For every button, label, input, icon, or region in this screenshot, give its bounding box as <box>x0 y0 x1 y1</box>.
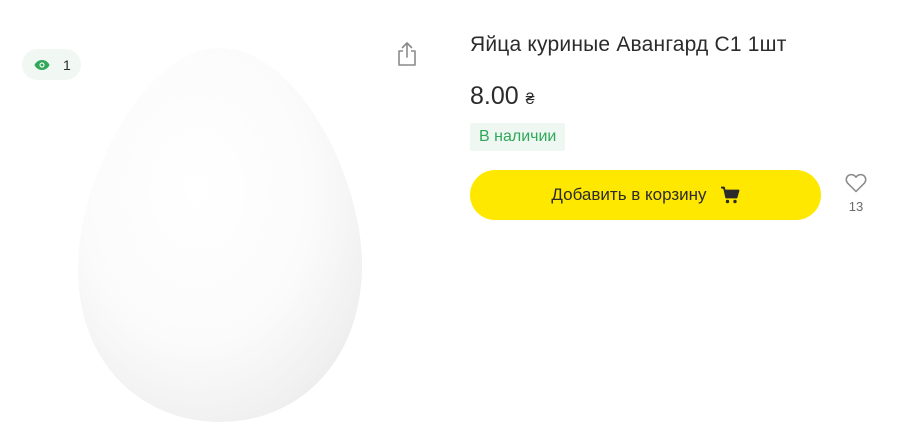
product-title: Яйца куриные Авангард С1 1шт <box>470 33 787 56</box>
egg-image <box>78 48 363 422</box>
eye-icon <box>34 59 50 70</box>
share-icon <box>398 42 416 66</box>
cart-icon <box>720 186 739 204</box>
price-amount: 8.00 <box>470 82 519 110</box>
price-currency: ₴ <box>525 91 535 108</box>
add-to-cart-button[interactable]: Добавить в корзину <box>470 170 821 220</box>
stock-status-badge: В наличии <box>470 123 566 151</box>
views-count: 1 <box>63 56 71 73</box>
add-to-cart-label: Добавить в корзину <box>551 185 707 204</box>
favorite-button[interactable]: 13 <box>840 173 872 219</box>
heart-icon <box>845 173 867 193</box>
favorites-count: 13 <box>848 199 864 214</box>
product-price: 8.00 ₴ <box>470 82 535 111</box>
share-button[interactable] <box>395 40 419 68</box>
